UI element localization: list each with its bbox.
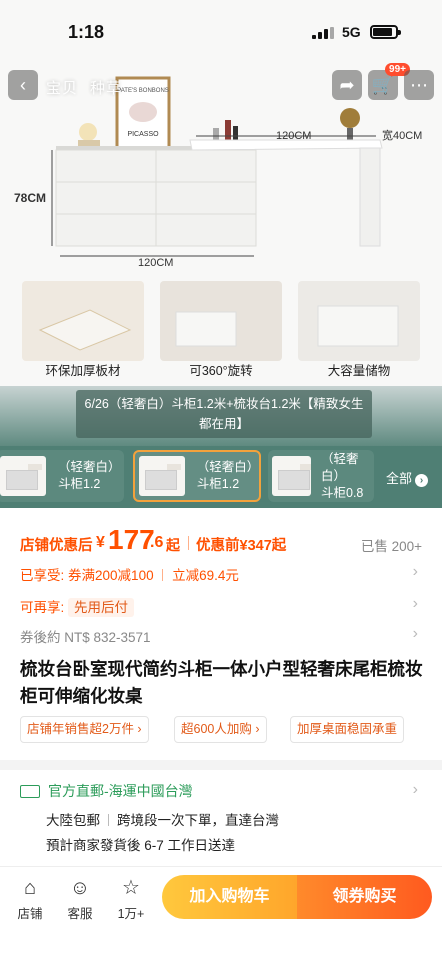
again-label: 可再享: [20, 600, 65, 615]
ntd-price-row[interactable]: 券後約 NT$ 832-3571 › [0, 622, 442, 648]
star-icon: ☆ [122, 877, 140, 899]
store-icon: ⌂ [23, 877, 37, 899]
buy-now-button[interactable]: 领券购买 [297, 875, 432, 919]
price-integer: 177 [108, 524, 155, 555]
variant-thumb [272, 456, 311, 496]
network-type: 5G [342, 24, 361, 40]
share-icon: ➦ [339, 74, 355, 95]
feature-label: 环保加厚板材 [45, 364, 120, 378]
price-prefix: 店铺优惠后 [20, 538, 93, 554]
more-button[interactable]: ⋯ [404, 70, 434, 100]
status-time: 1:18 [68, 22, 105, 42]
variant-option-selected[interactable]: （轻奢白） 斗柜1.2 [133, 450, 261, 502]
ntd-price: 券後約 NT$ 832-3571 [20, 630, 151, 645]
price-decimal: .6 [150, 534, 164, 551]
variant-line2: 斗柜0.8 [321, 485, 364, 500]
favorite-count: 1万+ [117, 907, 145, 921]
chevron-right-icon: › [415, 474, 428, 487]
all-variants-label: 全部 [385, 471, 412, 486]
chevron-right-icon: › [412, 595, 418, 612]
add-to-cart-button[interactable]: 加入购物车 [162, 875, 297, 919]
cart-button[interactable]: 🛒 99+ [368, 63, 410, 100]
variant-line1: （轻奢白） [196, 460, 260, 474]
frame-text-2: PICASSO [127, 131, 159, 138]
cart-icon: 🛒 [371, 74, 395, 95]
chevron-right-icon: › [412, 781, 418, 798]
pay-later-tag: 先用后付 [68, 598, 135, 617]
store-button[interactable]: ⌂ 店铺 [10, 877, 50, 922]
dim-height: 78CM [14, 191, 46, 205]
enjoyed-label: 已享受: [20, 568, 65, 583]
battery-icon [370, 25, 401, 39]
more-dots-icon: ⋯ [410, 74, 428, 95]
variant-line1: （轻奢白） [58, 460, 121, 474]
dim-depth: 宽40CM [382, 128, 422, 142]
delivery-eta: 預計商家發貨後 6-7 工作日送達 [46, 838, 236, 853]
sold-count: 已售 200+ [360, 539, 422, 554]
shipping-head: 官方直郵-海運中國台灣 [48, 783, 193, 799]
bottom-action-bar: ⌂ 店铺 ☺ 客服 ☆ 1万+ 加入购物车 领券购买 [0, 866, 442, 960]
tab-baobei[interactable]: 宝贝 [46, 80, 78, 97]
tag-cart-adds[interactable]: 超600人加购 › [174, 716, 267, 743]
variant-thumb [0, 456, 46, 496]
cta-group: 加入购物车 领券购买 [162, 875, 432, 919]
tag-feature[interactable]: 加厚桌面稳固承重 [290, 716, 405, 743]
price-from: 起 [166, 537, 180, 553]
variant-thumb [139, 456, 185, 496]
feature-label: 大容量储物 [328, 363, 391, 378]
signal-icon [312, 27, 334, 39]
back-button[interactable]: ‹ [8, 70, 38, 100]
store-label: 店铺 [17, 907, 43, 921]
tab-zhongcao[interactable]: 种草 [90, 80, 122, 97]
favorite-button[interactable]: ☆ 1万+ [111, 877, 151, 922]
service-label: 客服 [67, 907, 93, 921]
pay-later-row[interactable]: 可再享: 先用后付 › [0, 592, 442, 618]
product-title: 梳妆台卧室现代简约斗柜一体小户型轻奢床尾柜梳妆柜可伸缩化妆桌 [20, 659, 423, 706]
shipping-section[interactable]: 官方直郵-海運中國台灣 › 大陸包郵 跨境段一次下單，直達台灣 預計商家發貨後 6… [0, 775, 442, 865]
all-variants-button[interactable]: 全部 › [386, 468, 428, 487]
price-row: 店铺优惠后 ¥ 177 .6 起 优惠前¥347起 已售 200+ [0, 524, 442, 560]
currency-symbol: ¥ [96, 534, 105, 551]
status-bar: 1:18 5G [0, 0, 442, 62]
chat-face-icon: ☺ [69, 877, 91, 899]
share-button[interactable]: ➦ [332, 70, 362, 100]
free-shipping: 大陸包郵 [46, 813, 100, 828]
section-divider [0, 760, 442, 770]
truck-icon [20, 785, 40, 798]
service-button[interactable]: ☺ 客服 [60, 877, 100, 922]
nav-tabs: 宝贝 种草 [46, 77, 134, 98]
variant-line2: 斗柜1.2 [196, 477, 240, 491]
tag-sales[interactable]: 店铺年销售超2万件 › [20, 716, 149, 743]
chevron-right-icon: › [412, 563, 418, 580]
variant-strip: （轻奢白） 斗柜1.2 （轻奢白） 斗柜1.2 （轻奢白） 斗柜0.8 全部 › [0, 446, 442, 508]
divider [188, 536, 189, 550]
variant-line2: 斗柜1.2 [58, 477, 101, 491]
variant-option[interactable]: （轻奢白） 斗柜0.8 [268, 450, 374, 502]
variant-line1: （轻奢白） [321, 451, 359, 483]
enjoyed-discount: 立减69.4元 [172, 568, 239, 583]
back-arrow-icon: ‹ [20, 74, 26, 95]
cross-border-note: 跨境段一次下單，直達台灣 [117, 813, 279, 828]
coupon-enjoyed-row[interactable]: 已享受: 券满200减100 立减69.4元 › [0, 560, 442, 586]
feature-label: 可360°旋转 [189, 363, 252, 378]
variant-option[interactable]: （轻奢白） 斗柜1.2 [0, 450, 124, 502]
original-price: 优惠前¥347起 [196, 538, 287, 554]
chevron-right-icon: › [412, 625, 418, 642]
image-caption: 6/26（轻奢白）斗柜1.2米+梳妆台1.2米【精致女生都在用】 [76, 390, 372, 438]
dim-top-width: 120CM [276, 130, 311, 142]
enjoyed-coupon: 券满200减100 [68, 568, 154, 583]
dim-width-bottom: 120CM [138, 257, 173, 269]
